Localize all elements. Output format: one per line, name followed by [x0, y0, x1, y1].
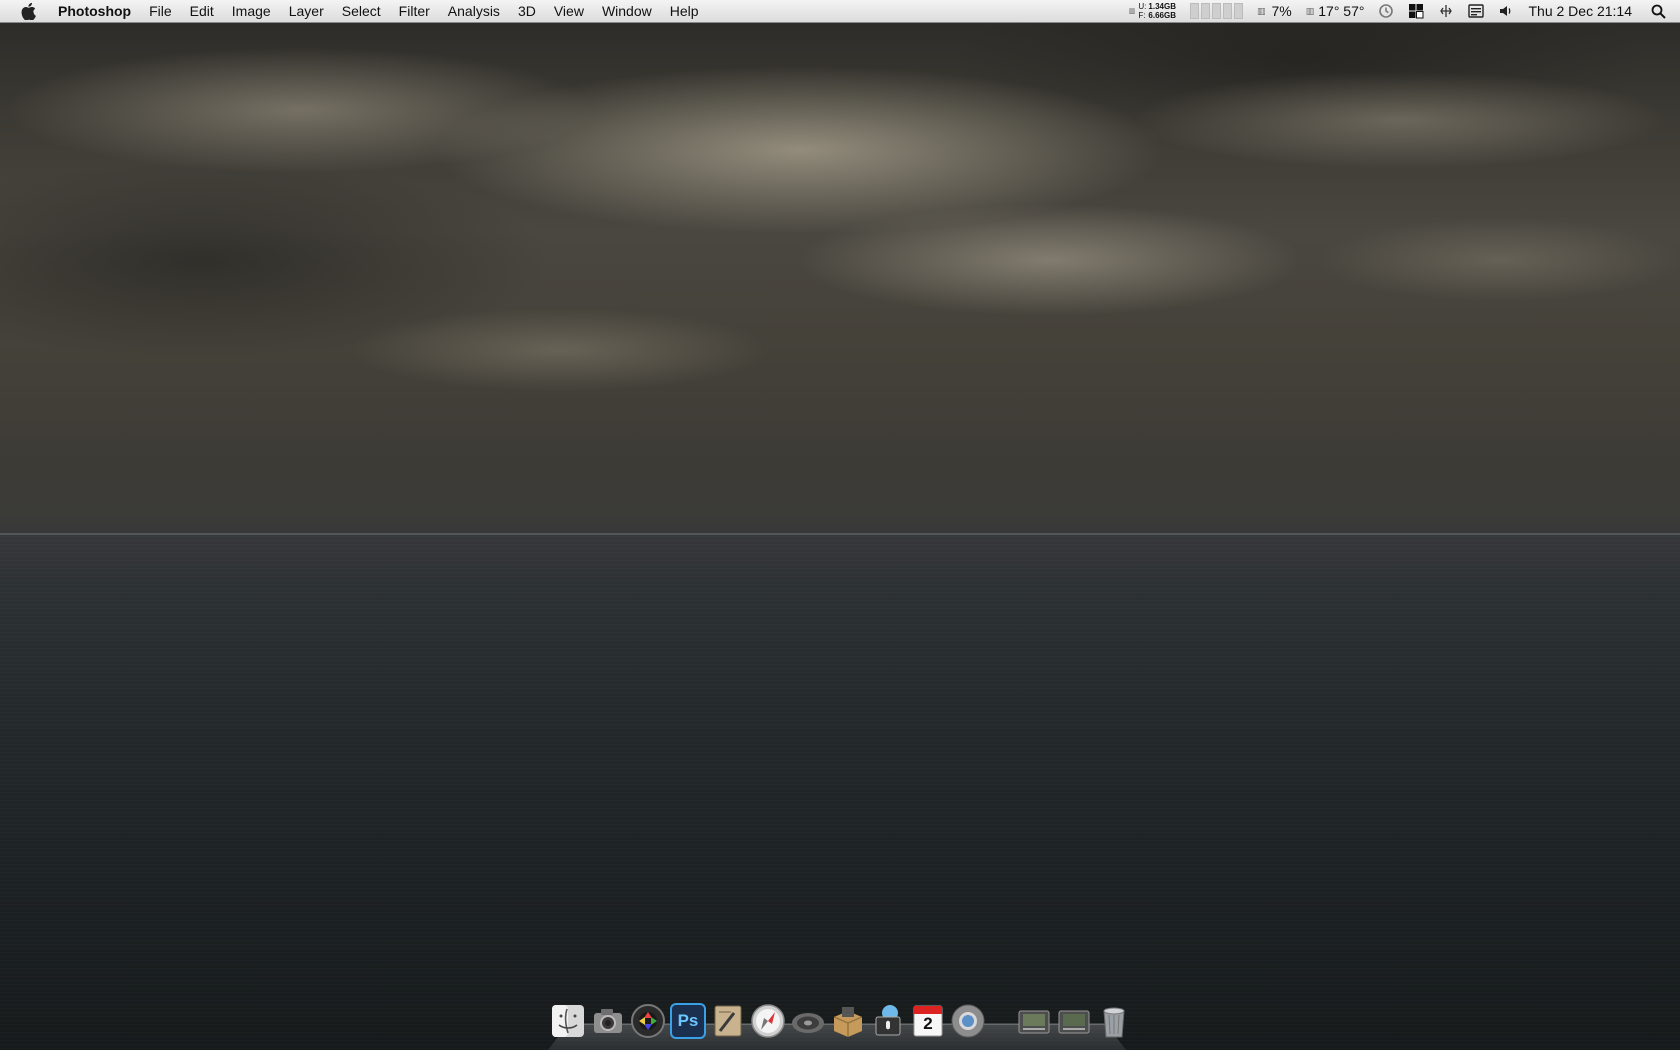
image-capture-icon[interactable] — [590, 1003, 626, 1039]
memory-used-key: U: — [1138, 2, 1147, 11]
photoshop-icon[interactable]: Ps — [670, 1003, 706, 1039]
package-icon[interactable] — [830, 1003, 866, 1039]
memory-free-key: F: — [1138, 11, 1146, 20]
menu-edit[interactable]: Edit — [181, 0, 223, 22]
memory-label-icon: ▥ — [1128, 7, 1136, 15]
menu-app-name[interactable]: Photoshop — [52, 0, 140, 22]
folder-actions-icon[interactable] — [870, 1003, 906, 1039]
cpu-bars-icon — [1189, 3, 1243, 19]
bluetooth-icon[interactable] — [1431, 3, 1461, 19]
temperature-value: 17° 57° — [1318, 3, 1365, 19]
time-machine-icon[interactable] — [1371, 3, 1401, 19]
memory-keys: U: F: — [1138, 2, 1146, 20]
apple-menu-icon[interactable] — [18, 1, 38, 21]
spaces-icon[interactable] — [1401, 3, 1431, 19]
menu-left: Photoshop File Edit Image Layer Select F… — [0, 0, 708, 22]
preview-icon[interactable] — [710, 1003, 746, 1039]
wallpaper-sky — [0, 0, 1680, 540]
aperture-icon[interactable] — [630, 1003, 666, 1039]
menu-window[interactable]: Window — [593, 0, 661, 22]
memory-used: 1.34GB — [1148, 2, 1176, 11]
wallpaper-sea — [0, 536, 1680, 1050]
calendar-icon[interactable]: 2 — [910, 1003, 946, 1039]
menu-image[interactable]: Image — [223, 0, 280, 22]
photoshop-icon-label: Ps — [677, 1011, 699, 1030]
menu-view[interactable]: View — [545, 0, 593, 22]
dock: Ps 2 — [550, 1000, 1132, 1042]
menu-select[interactable]: Select — [333, 0, 390, 22]
memory-monitor[interactable]: ▥ U: F: 1.34GB 6.66GB — [1122, 2, 1183, 20]
cpu-percent-value: 7% — [1271, 3, 1292, 19]
memory-free: 6.66GB — [1148, 11, 1176, 20]
menu-filter[interactable]: Filter — [390, 0, 439, 22]
trash-icon[interactable] — [1096, 1003, 1132, 1039]
finder-icon[interactable] — [550, 1003, 586, 1039]
wallpaper-horizon — [0, 533, 1680, 535]
cpu-label-icon: ▥ — [1256, 6, 1266, 16]
cpu-monitor[interactable] — [1183, 3, 1250, 19]
desktop: Photoshop File Edit Image Layer Select F… — [0, 0, 1680, 1050]
input-menu-icon[interactable] — [1461, 4, 1491, 18]
menu-file[interactable]: File — [140, 0, 181, 22]
menu-3d[interactable]: 3D — [509, 0, 545, 22]
menu-extras: ▥ U: F: 1.34GB 6.66GB ▥ 7% ▥ 17° 57° Thu… — [1122, 0, 1680, 22]
volume-icon[interactable] — [1491, 3, 1521, 19]
menu-clock[interactable]: Thu 2 Dec 21:14 — [1521, 0, 1644, 22]
speaker-icon[interactable] — [790, 1003, 826, 1039]
cpu-percent[interactable]: ▥ 7% — [1250, 0, 1299, 22]
menu-bar: Photoshop File Edit Image Layer Select F… — [0, 0, 1680, 23]
calendar-icon-day: 2 — [923, 1014, 933, 1033]
temperature-monitor[interactable]: ▥ 17° 57° — [1299, 0, 1372, 22]
safari-icon[interactable] — [750, 1003, 786, 1039]
menu-layer[interactable]: Layer — [280, 0, 333, 22]
chrome-icon[interactable] — [950, 1003, 986, 1039]
menu-analysis[interactable]: Analysis — [439, 0, 509, 22]
temperature-label-icon: ▥ — [1305, 6, 1315, 16]
drive-icon-1[interactable] — [1016, 1003, 1052, 1039]
spotlight-icon[interactable] — [1644, 4, 1680, 19]
drive-icon-2[interactable] — [1056, 1003, 1092, 1039]
menu-help[interactable]: Help — [661, 0, 708, 22]
memory-values: 1.34GB 6.66GB — [1148, 2, 1176, 20]
